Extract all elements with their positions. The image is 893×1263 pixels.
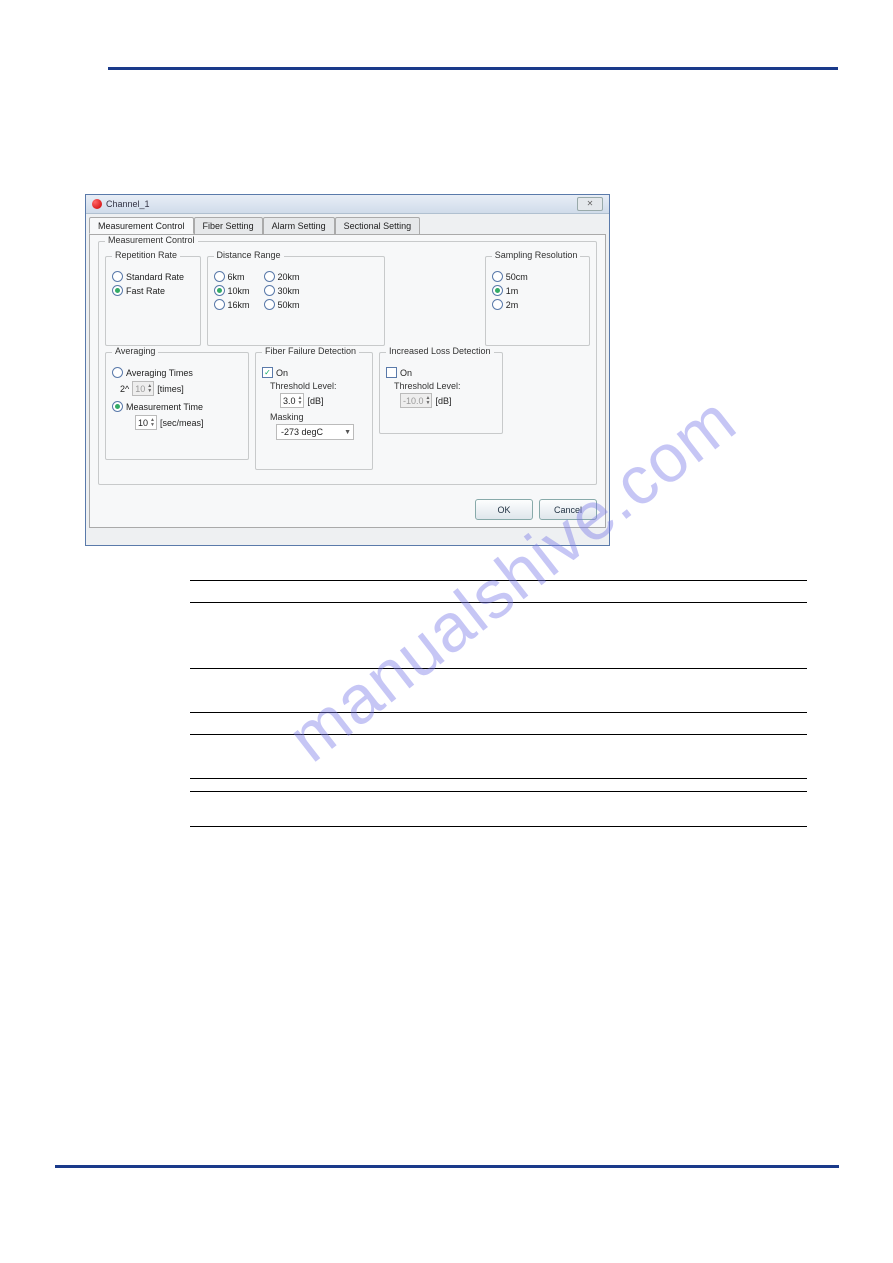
dialog-app-icon <box>92 199 102 209</box>
spinner-incloss-thresh[interactable]: -10.0▲▼ <box>400 393 432 408</box>
spinner-avg-times[interactable]: 10▲▼ <box>132 381 154 396</box>
radio-measurement-time[interactable]: Measurement Time <box>112 401 242 412</box>
footer-rule <box>55 1165 839 1168</box>
group-title-repetition: Repetition Rate <box>112 250 180 260</box>
table-header-item: Item <box>190 581 328 603</box>
group-title-distance: Distance Range <box>214 250 284 260</box>
radio-2m[interactable]: 2m <box>492 299 583 310</box>
combo-masking[interactable]: -273 degC▼ <box>276 424 354 440</box>
note-box: Note The averaging count is approximatel… <box>190 791 807 827</box>
group-sampling-resolution: Sampling Resolution 50cm 1m 2m <box>485 256 590 346</box>
radio-50cm[interactable]: 50cm <box>492 271 583 282</box>
figure-caption: Example of the channel 1 setting dialog … <box>85 554 840 566</box>
table-row: Averaging Set the averaging time for mea… <box>190 735 807 779</box>
radio-standard-rate[interactable]: Standard Rate <box>112 271 194 282</box>
settings-description-table: Item Description Repetition rate Set the… <box>190 580 807 779</box>
header-rule <box>108 67 838 70</box>
intro-line-2: Click the tab of the item that you want … <box>190 109 805 124</box>
radio-20km[interactable]: 20km <box>264 271 300 282</box>
radio-averaging-times[interactable]: Averaging Times <box>112 367 242 378</box>
note-heading: Note <box>190 798 224 820</box>
group-title-measurement-control: Measurement Control <box>105 235 198 245</box>
bullet-1: •Measurement Control <box>190 130 840 142</box>
label-incloss-thresh: Threshold Level: <box>394 381 496 391</box>
bullet-4: •Sectional Setting <box>190 172 840 184</box>
intro-line-1: The channel settings dialog box for the … <box>190 88 805 103</box>
checkbox-fiber-on[interactable]: ✓On <box>262 367 366 378</box>
avg-unit-label: [times] <box>157 384 184 394</box>
spinner-fiber-thresh[interactable]: 3.0▲▼ <box>280 393 304 408</box>
table-row: Sampling resolution Set the sampling res… <box>190 713 807 735</box>
bullet-2: •Fiber Setting <box>190 144 840 156</box>
table-header-desc: Description <box>328 581 807 603</box>
table-row: Distance range Set the distance range to… <box>190 669 807 713</box>
tab-measurement-control[interactable]: Measurement Control <box>89 217 194 234</box>
avg-prefix-label: 2^ <box>120 384 129 394</box>
group-title-fiber-failure: Fiber Failure Detection <box>262 346 359 356</box>
radio-50km[interactable]: 50km <box>264 299 300 310</box>
footer-page-num: 3-15 <box>818 1178 838 1189</box>
group-averaging: Averaging Averaging Times 2^ 10▲▼ [times… <box>105 352 249 460</box>
group-repetition-rate: Repetition Rate Standard Rate Fast Rate <box>105 256 201 346</box>
label-masking: Masking <box>270 412 366 422</box>
radio-10km[interactable]: 10km <box>214 285 250 296</box>
radio-1m[interactable]: 1m <box>492 285 583 296</box>
group-title-averaging: Averaging <box>112 346 158 356</box>
dialog-titlebar: Channel_1 ✕ <box>86 195 609 214</box>
fiber-thresh-unit: [dB] <box>307 396 323 406</box>
channel-settings-dialog: Channel_1 ✕ Measurement Control Fiber Se… <box>85 194 610 546</box>
group-measurement-control: Measurement Control Repetition Rate Stan… <box>98 241 597 485</box>
group-increased-loss: Increased Loss Detection On Threshold Le… <box>379 352 503 434</box>
checkbox-incloss-on[interactable]: On <box>386 367 496 378</box>
spinner-meas-time[interactable]: 10▲▼ <box>135 415 157 430</box>
note-body: The averaging count is approximately 400… <box>224 798 807 820</box>
group-distance-range: Distance Range 6km 10km 16km 20km 30km <box>207 256 386 346</box>
post-note-line: Measurement time cannot be set to a valu… <box>190 841 805 856</box>
tab-fiber-setting[interactable]: Fiber Setting <box>194 217 263 234</box>
footer-doc-id: IM 39J06B40-01E <box>55 1178 135 1189</box>
meas-unit-label: [sec/meas] <box>160 418 204 428</box>
table-row: Repetition rate Set the rate at which to… <box>190 603 807 669</box>
header-section-title: 3.6 Configuring Channel Settings <box>677 44 838 56</box>
close-icon[interactable]: ✕ <box>577 197 603 211</box>
ok-button[interactable]: OK <box>475 499 533 520</box>
dialog-title: Channel_1 <box>106 199 577 209</box>
group-title-sampling: Sampling Resolution <box>492 250 581 260</box>
tab-sectional-setting[interactable]: Sectional Setting <box>335 217 421 234</box>
cancel-button[interactable]: Cancel <box>539 499 597 520</box>
tab-alarm-setting[interactable]: Alarm Setting <box>263 217 335 234</box>
radio-fast-rate[interactable]: Fast Rate <box>112 285 194 296</box>
label-fiber-thresh: Threshold Level: <box>270 381 366 391</box>
bullet-3: •Alarm Setting <box>190 158 840 170</box>
group-title-increased-loss: Increased Loss Detection <box>386 346 494 356</box>
radio-16km[interactable]: 16km <box>214 299 250 310</box>
radio-30km[interactable]: 30km <box>264 285 300 296</box>
group-fiber-failure: Fiber Failure Detection ✓On Threshold Le… <box>255 352 373 470</box>
radio-6km[interactable]: 6km <box>214 271 250 282</box>
incloss-thresh-unit: [dB] <box>435 396 451 406</box>
